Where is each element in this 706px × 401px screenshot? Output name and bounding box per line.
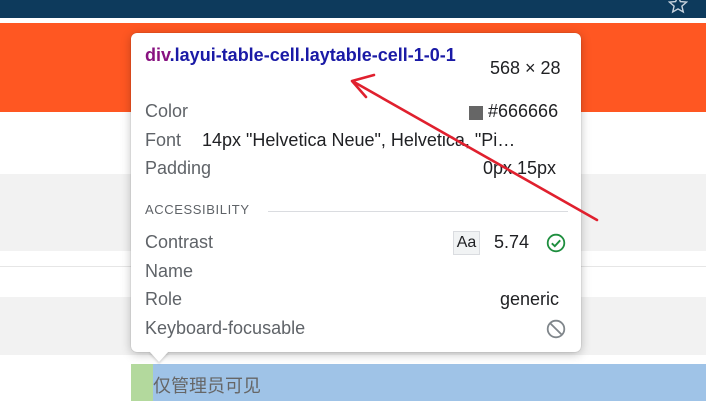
check-circle-icon [546,233,566,253]
inspected-cell-padding-highlight [131,364,153,401]
table-cell-text: 仅管理员可见 [153,376,261,397]
padding-label: Padding [145,158,212,178]
contrast-value: 5.74 [494,232,530,252]
element-selector: div.layui-table-cell.laytable-cell-1-0-1 [145,44,480,67]
contrast-label: Contrast [145,232,214,252]
browser-top-bar [0,0,706,18]
keyboard-focusable-label: Keyboard-focusable [145,318,306,338]
red-arrow-annotation [350,73,599,222]
blocked-circle-icon [546,319,566,339]
role-label: Role [145,289,183,309]
role-value: generic [500,289,560,309]
accessibility-heading: ACCESSIBILITY [145,202,250,217]
tooltip-pointer [149,351,169,362]
selector-classes: .layui-table-cell.laytable-cell-1-0-1 [169,45,456,65]
font-label: Font [145,130,182,150]
name-label: Name [145,261,194,281]
selector-tag: div [145,45,170,65]
color-label: Color [145,101,189,121]
star-icon[interactable] [668,0,688,14]
contrast-sample: Aa [453,231,480,255]
